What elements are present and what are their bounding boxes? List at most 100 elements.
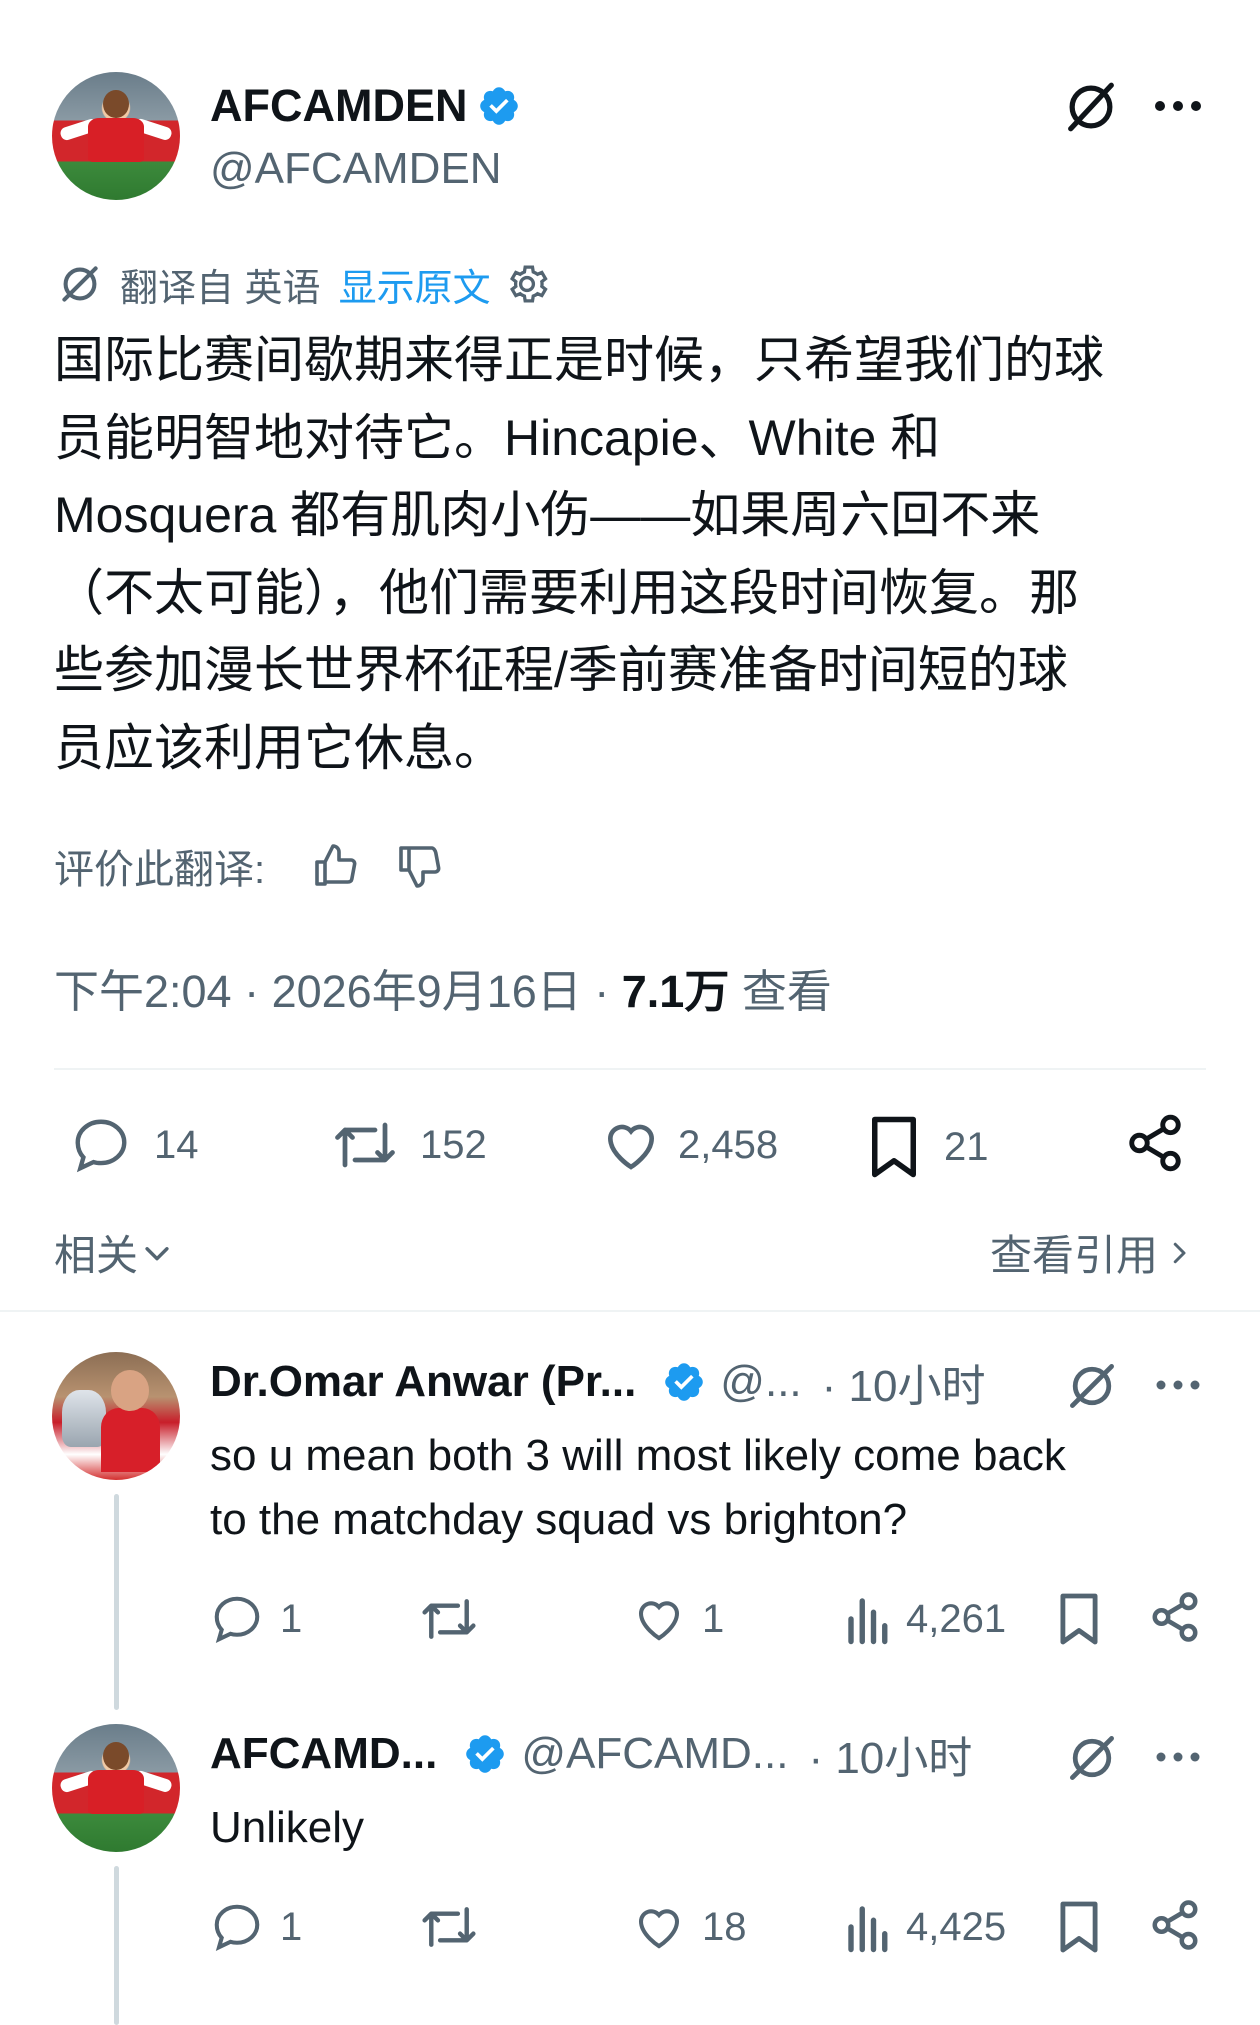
repost-button[interactable]: 152 [330,1114,487,1176]
author-name[interactable]: AFCAMDEN [210,80,467,132]
tweet-timestamp-row: 下午2:04 · 2026年9月16日 · 7.1万 查看 [54,955,832,1020]
reply-author-handle[interactable]: @... [720,1357,801,1407]
more-icon[interactable] [1154,1376,1202,1394]
tweet-line: Mosquera 都有肌肉小伤——如果周六回不来 [54,487,1041,543]
repost-icon [422,1907,476,1947]
reply-icon [75,1119,127,1173]
grok-icon[interactable] [1064,1358,1120,1414]
tweet-body: 国际比赛间歇期来得正是时候，只希望我们的球 员能明智地对待它。Hincapie、… [54,322,1214,787]
share-button[interactable] [1148,1590,1202,1649]
reply-count: 14 [154,1122,199,1167]
reply-icon [214,1596,260,1643]
tweet-timestamp[interactable]: 下午2:04 · 2026年9月16日 · [54,966,622,1017]
divider [54,1068,1206,1070]
rate-translation-row: 评价此翻译: [54,838,443,894]
related-label: 相关 [54,1232,139,1279]
translation-bar: 翻译自 英语 显示原文 [56,258,549,310]
share-button[interactable] [1124,1112,1186,1179]
views-icon [848,1906,888,1953]
verified-badge-icon [466,1735,505,1773]
grok-icon[interactable] [1062,78,1120,136]
reply-header: AFCAMD... @AFCAMD... · 10小时 [210,1726,972,1783]
chevron-right-icon [1173,1242,1186,1263]
like-count: 1 [702,1596,725,1641]
views-label: 查看 [729,966,832,1017]
views-icon [848,1598,888,1645]
reply-body: so u mean both 3 will most likely come b… [210,1424,1210,1552]
bookmark-button[interactable] [1056,1590,1102,1653]
thumbs-up-icon[interactable] [311,842,359,890]
bookmark-icon [872,1116,916,1178]
settings-icon[interactable] [505,262,549,306]
like-icon [638,1909,680,1949]
reply-line: so u mean both 3 will most likely come b… [210,1431,1066,1480]
author-handle[interactable]: @AFCAMDEN [210,144,502,194]
reply-author-handle[interactable]: @AFCAMD... [521,1729,788,1779]
reply-icon [214,1904,260,1951]
like-button[interactable]: 18 [632,1900,747,1954]
views-button[interactable]: 4,261 [846,1592,1006,1646]
repost-button[interactable] [418,1592,492,1646]
bookmark-icon [1060,1593,1098,1645]
repost-icon [422,1599,476,1639]
divider [0,1310,1260,1312]
reply-button[interactable]: 1 [210,1592,302,1646]
share-button[interactable] [1148,1898,1202,1957]
like-icon [638,1601,680,1641]
views-count: 4,261 [906,1596,1007,1641]
like-button[interactable]: 2,458 [600,1114,778,1176]
view-quotes-label: 查看引用 [990,1232,1159,1279]
show-original-link[interactable]: 显示原文 [339,257,491,312]
reply-time[interactable]: · 10小时 [822,1350,986,1414]
thumbs-down-icon[interactable] [395,842,443,890]
reply-button[interactable]: 1 [210,1900,302,1954]
like-button[interactable]: 1 [632,1592,724,1646]
repost-icon [335,1122,395,1168]
reply-button[interactable]: 14 [70,1114,199,1176]
rate-translation-label: 评价此翻译: [54,848,266,892]
repost-button[interactable] [418,1900,492,1954]
share-icon [1129,1114,1181,1172]
tweet-line: （不太可能），他们需要利用这段时间恢复。那 [54,564,1079,621]
share-icon [1152,1592,1198,1642]
bookmark-button[interactable] [1056,1898,1102,1961]
verified-badge-icon [665,1363,704,1401]
views-count: 7.1万 [621,966,730,1017]
author-avatar[interactable] [52,72,180,200]
view-quotes-link[interactable]: 查看引用 [990,1222,1194,1283]
more-icon[interactable] [1152,96,1204,116]
reply-time[interactable]: · 10小时 [808,1722,972,1786]
tweet-line: 国际比赛间歇期来得正是时候，只希望我们的球 [54,332,1104,388]
share-icon [1152,1900,1198,1950]
tweet-line: 员能明智地对待它。Hincapie、White 和 [54,409,941,466]
author-name-row: AFCAMDEN [210,78,521,134]
reply-avatar[interactable] [52,1724,180,1852]
reply-line: Unlikely [210,1803,365,1852]
grok-icon[interactable] [1064,1730,1120,1786]
related-dropdown[interactable]: 相关 [54,1222,174,1283]
reply-body: Unlikely [210,1796,1210,1860]
bookmark-count: 21 [944,1124,989,1169]
reply-count: 1 [280,1904,303,1949]
reply-avatar[interactable] [52,1352,180,1480]
reply-header: Dr.Omar Anwar (Pr... @... · 10小时 [210,1354,985,1411]
like-count: 2,458 [678,1122,779,1167]
repost-count: 152 [420,1122,487,1167]
thread-line [114,1494,119,1710]
reply-line: to the matchday squad vs brighton? [210,1495,908,1544]
views-button[interactable]: 4,425 [846,1900,1006,1954]
thread-line [114,1866,119,2025]
views-count: 4,425 [906,1904,1007,1949]
bookmark-icon [1060,1901,1098,1953]
reply-count: 1 [280,1596,303,1641]
tweet-line: 员应该利用它休息。 [54,719,504,776]
like-icon [608,1124,654,1170]
grok-icon [56,260,104,308]
reply-author-name[interactable]: AFCAMD... [210,1729,437,1779]
bookmark-button[interactable]: 21 [866,1114,989,1180]
like-count: 18 [702,1904,747,1949]
chevron-down-icon [145,1246,169,1260]
reply-author-name[interactable]: Dr.Omar Anwar (Pr... [210,1357,636,1407]
tweet-line: 些参加漫长世界杯征程/季前赛准备时间短的球 [54,642,1068,698]
more-icon[interactable] [1154,1748,1202,1766]
